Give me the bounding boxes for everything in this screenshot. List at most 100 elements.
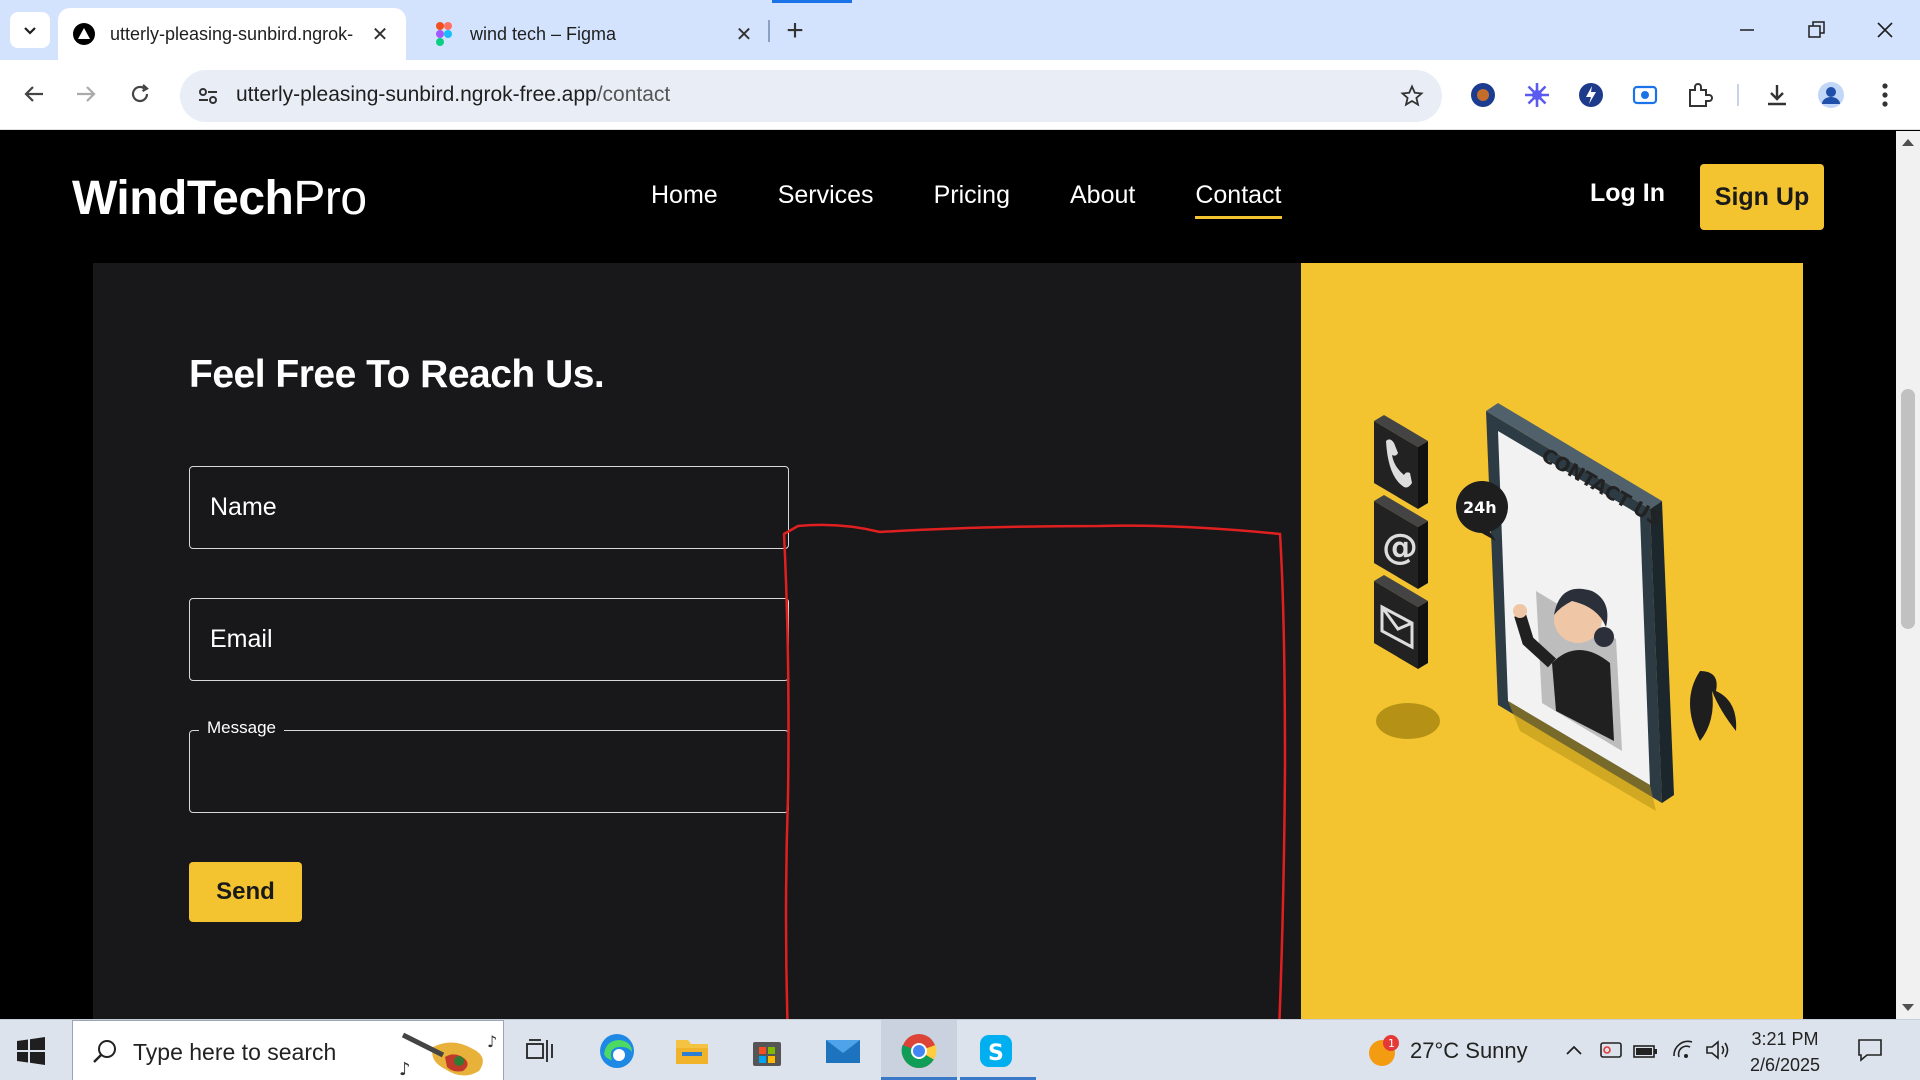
extension-snowflake-icon[interactable] [1520, 78, 1554, 112]
search-icon [93, 1040, 116, 1063]
reload-icon [131, 84, 149, 103]
site-settings-icon[interactable] [194, 82, 222, 110]
restore-icon [1808, 21, 1825, 38]
system-clock[interactable]: 3:21 PM 2/6/2025 [1730, 1026, 1840, 1078]
reload-button[interactable] [120, 74, 160, 114]
taskbar-search-placeholder: Type here to search [133, 1039, 337, 1065]
page-scrollbar[interactable] [1896, 131, 1920, 1019]
main-nav: Home Services Pricing About Contact [651, 181, 1282, 219]
profile-avatar-icon[interactable] [1814, 78, 1848, 112]
tab-separator [768, 20, 770, 42]
browser-toolbar: utterly-pleasing-sunbird.ngrok-free.app/… [0, 60, 1920, 130]
battery-icon[interactable] [1632, 1036, 1660, 1064]
contact-heading: Feel Free To Reach Us. [189, 353, 605, 396]
name-input[interactable] [190, 467, 788, 548]
extension-screen-icon[interactable] [1628, 78, 1662, 112]
arrow-right-icon [77, 86, 96, 102]
close-icon [1877, 22, 1893, 38]
windows-start-icon[interactable] [16, 1036, 46, 1066]
arrow-left-icon [24, 86, 43, 102]
loading-indicator [772, 0, 852, 3]
close-window-button[interactable] [1862, 10, 1908, 50]
extension-bolt-icon[interactable] [1574, 78, 1608, 112]
tab-figma[interactable]: wind tech – Figma ✕ [418, 8, 770, 60]
web-page: WindTechPro Home Services Pricing About … [0, 131, 1896, 1019]
url-path: /contact [596, 83, 671, 106]
nav-home[interactable]: Home [651, 181, 718, 219]
new-tab-button[interactable]: + [778, 14, 812, 48]
tab-title: wind tech – Figma [470, 23, 617, 44]
nav-pricing[interactable]: Pricing [934, 181, 1010, 219]
meet-now-icon[interactable] [1597, 1036, 1625, 1064]
contact-us-illustration: @ CONTACT US 24h [1374, 403, 1737, 811]
logo-bold-text: WindTech [72, 172, 294, 225]
svg-text:S: S [988, 1041, 1004, 1066]
close-tab-icon[interactable]: ✕ [368, 22, 392, 47]
task-view-icon[interactable] [519, 1030, 561, 1072]
guitar-search-highlight-icon: ♪ ♪ [399, 1032, 497, 1079]
sun-icon: 1 [1369, 1035, 1399, 1066]
email-field[interactable] [189, 598, 789, 681]
red-annotation-box [782, 523, 1287, 1019]
toolbar-separator [1737, 84, 1739, 106]
scroll-thumb[interactable] [1901, 389, 1915, 629]
tab-search-button[interactable] [10, 12, 50, 48]
browser-tab-strip: utterly-pleasing-sunbird.ngrok- ✕ wind t… [0, 0, 1920, 60]
close-tab-icon[interactable]: ✕ [732, 22, 756, 47]
svg-text:♪: ♪ [487, 1032, 497, 1051]
message-input[interactable] [190, 731, 788, 812]
microsoft-store-icon[interactable] [746, 1030, 788, 1072]
minimize-button[interactable] [1724, 10, 1770, 50]
chrome-icon[interactable] [898, 1030, 940, 1072]
windows-taskbar: Type here to search ♪ ♪ S 1 27°C Sunny 3… [0, 1019, 1920, 1080]
email-input[interactable] [190, 599, 788, 680]
logo-light-text: Pro [293, 172, 367, 225]
at-sign-tile-icon: @ [1374, 495, 1428, 589]
nav-contact[interactable]: Contact [1195, 181, 1282, 219]
mail-icon[interactable] [822, 1030, 864, 1072]
forward-button[interactable] [66, 74, 106, 114]
minimize-icon [1740, 29, 1754, 31]
svg-text:♪: ♪ [399, 1059, 411, 1079]
site-logo[interactable]: WindTechPro [72, 171, 367, 226]
name-field[interactable] [189, 466, 789, 549]
clock-date: 2/6/2025 [1749, 1055, 1821, 1075]
message-label: Message [199, 718, 284, 738]
login-link[interactable]: Log In [1590, 179, 1665, 208]
chevron-down-icon [24, 27, 36, 35]
vercel-triangle-icon [72, 22, 96, 46]
edge-browser-icon[interactable] [596, 1030, 638, 1072]
address-bar[interactable]: utterly-pleasing-sunbird.ngrok-free.app/… [180, 70, 1442, 122]
restore-button[interactable] [1794, 10, 1840, 50]
extension-globe-icon[interactable] [1466, 78, 1500, 112]
taskbar-search-box[interactable]: Type here to search ♪ ♪ [72, 1020, 504, 1080]
back-button[interactable] [14, 74, 54, 114]
nav-about[interactable]: About [1070, 181, 1135, 219]
message-field[interactable] [189, 730, 789, 813]
wifi-icon[interactable] [1670, 1036, 1698, 1064]
scroll-down-icon[interactable] [1902, 1004, 1914, 1011]
skype-icon[interactable]: S [975, 1030, 1017, 1072]
bookmark-star-icon[interactable] [1398, 82, 1426, 110]
browser-menu-icon[interactable] [1868, 78, 1902, 112]
signup-button[interactable]: Sign Up [1700, 164, 1824, 230]
nav-services[interactable]: Services [778, 181, 874, 219]
download-icon[interactable] [1760, 78, 1794, 112]
volume-icon[interactable] [1704, 1036, 1732, 1064]
phone-tile-icon [1374, 415, 1428, 509]
tab-ngrok[interactable]: utterly-pleasing-sunbird.ngrok- ✕ [58, 8, 406, 60]
file-explorer-icon[interactable] [671, 1030, 713, 1072]
tab-title: utterly-pleasing-sunbird.ngrok- [110, 23, 354, 44]
extensions-puzzle-icon[interactable] [1682, 78, 1716, 112]
weather-text: 27°C Sunny [1410, 1038, 1528, 1063]
badge-24h-text: 24h [1463, 498, 1497, 517]
show-hidden-icons-chevron-icon[interactable] [1560, 1036, 1588, 1064]
scroll-up-icon[interactable] [1902, 139, 1914, 146]
notification-center-icon[interactable] [1856, 1036, 1884, 1064]
clock-time: 3:21 PM [1751, 1029, 1819, 1049]
weather-widget[interactable]: 1 27°C Sunny [1366, 1034, 1528, 1068]
envelope-tile-icon [1374, 575, 1428, 669]
figma-icon [432, 22, 456, 46]
send-button[interactable]: Send [189, 862, 302, 922]
weather-badge-count: 1 [1388, 1037, 1395, 1050]
